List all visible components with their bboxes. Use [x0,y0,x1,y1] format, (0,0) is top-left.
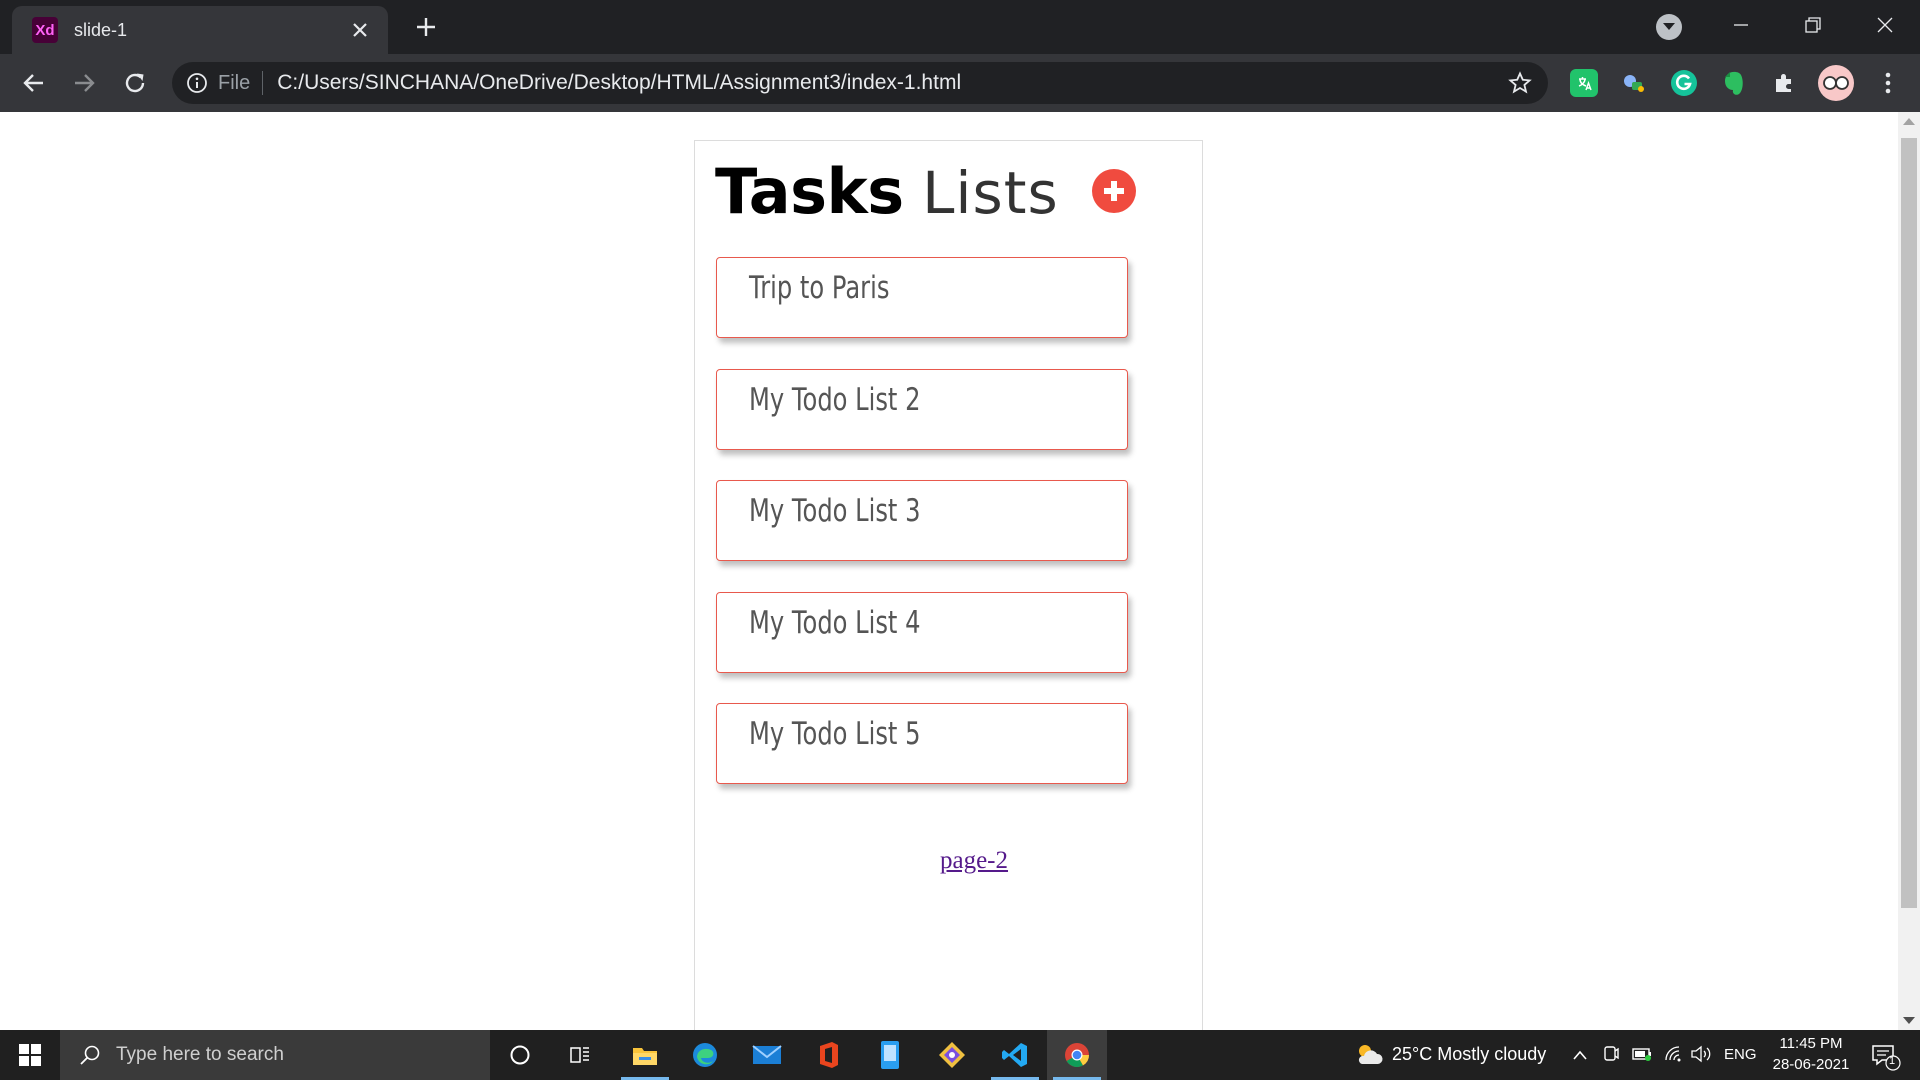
profile-avatar-icon[interactable] [1818,65,1854,101]
list-item-label: My Todo List 2 [749,382,921,418]
close-tab-icon[interactable] [346,16,374,44]
close-window-icon[interactable] [1872,12,1898,38]
list-item[interactable]: My Todo List 2 [716,369,1128,450]
list-item-label: Trip to Paris [749,270,890,306]
vscode-icon[interactable] [985,1030,1045,1080]
extension-translate-icon[interactable] [1570,69,1598,97]
taskbar-search-placeholder: Type here to search [116,1044,284,1065]
browser-tab-strip: Xd slide-1 [0,0,1920,54]
clock-date: 28-06-2021 [1772,1056,1850,1073]
scroll-up-arrow-icon[interactable] [1903,118,1915,125]
plus-icon [1104,181,1124,201]
restore-window-icon[interactable] [1800,12,1826,38]
add-list-button[interactable] [1092,169,1136,213]
info-icon[interactable] [186,72,208,94]
chrome-icon[interactable] [1047,1030,1107,1080]
office-icon[interactable] [798,1030,858,1080]
meet-now-icon[interactable] [1602,1045,1620,1068]
list-item-label: My Todo List 5 [749,716,921,752]
scrollbar-thumb[interactable] [1901,138,1917,908]
address-bar[interactable]: File C:/Users/SINCHANA/OneDrive/Desktop/… [172,62,1548,104]
list-item-label: My Todo List 4 [749,605,921,641]
file-explorer-icon[interactable] [615,1030,675,1080]
tab-search-icon[interactable] [1656,14,1682,40]
extensions-puzzle-icon[interactable] [1770,69,1798,97]
extension-google-meet-icon[interactable] [1620,69,1648,97]
page-title: Tasks Lists [715,151,1059,229]
mail-icon[interactable] [737,1030,797,1080]
forward-arrow-icon[interactable] [68,67,100,99]
back-arrow-icon[interactable] [18,67,50,99]
weather-text[interactable]: 25°C Mostly cloudy [1392,1044,1546,1065]
page-title-strong: Tasks [715,155,904,228]
extension-grammarly-icon[interactable] [1670,69,1698,97]
address-scheme-label: File [218,71,251,94]
scroll-down-arrow-icon[interactable] [1903,1017,1915,1024]
windows-taskbar: Type here to search 25°C Mostly cloudy E… [0,1030,1920,1080]
cortana-icon[interactable] [490,1030,550,1080]
list-item[interactable]: Trip to Paris [716,257,1128,338]
list-item[interactable]: My Todo List 3 [716,480,1128,561]
list-item[interactable]: My Todo List 5 [716,703,1128,784]
list-item-label: My Todo List 3 [749,493,921,529]
notification-count: 1 [1889,1055,1896,1067]
extension-evernote-icon[interactable] [1720,69,1748,97]
new-tab-icon[interactable] [412,13,440,41]
browser-tab[interactable]: Xd slide-1 [12,6,388,54]
bookmark-star-icon[interactable] [1506,69,1534,97]
taskbar-search-box[interactable]: Type here to search [60,1030,490,1080]
input-language[interactable]: ENG [1724,1046,1757,1063]
address-separator [262,71,264,95]
reload-icon[interactable] [119,67,151,99]
list-item[interactable]: My Todo List 4 [716,592,1128,673]
address-url[interactable]: C:/Users/SINCHANA/OneDrive/Desktop/HTML/… [277,71,1506,95]
task-view-icon[interactable] [550,1030,610,1080]
volume-icon[interactable] [1690,1045,1712,1068]
weather-cloud-icon[interactable] [1354,1042,1384,1068]
tasks-lists-card: Tasks Lists Trip to Paris My Todo List 2… [694,140,1203,1030]
adobe-xd-favicon-icon: Xd [32,17,58,43]
windows-start-icon[interactable] [0,1030,60,1080]
edge-browser-icon[interactable] [675,1030,735,1080]
clock-time: 11:45 PM [1779,1035,1843,1052]
notifications-icon[interactable]: 1 [1866,1038,1902,1072]
minimize-window-icon[interactable] [1728,12,1754,38]
wifi-icon[interactable] [1664,1045,1682,1068]
notes-app-icon[interactable] [860,1030,920,1080]
taskbar-clock[interactable]: 11:45 PM 28-06-2021 [1756,1033,1866,1075]
browser-toolbar: File C:/Users/SINCHANA/OneDrive/Desktop/… [0,54,1920,112]
page-viewport: Tasks Lists Trip to Paris My Todo List 2… [0,112,1898,1030]
browser-menu-icon[interactable] [1874,69,1902,97]
tab-title: slide-1 [74,19,128,40]
page-2-link[interactable]: page-2 [914,847,1034,875]
battery-icon[interactable] [1632,1046,1652,1067]
page-scrollbar[interactable] [1898,112,1920,1030]
git-app-icon[interactable] [922,1030,982,1080]
search-icon [76,1041,104,1069]
show-hidden-icons-icon[interactable] [1572,1048,1588,1066]
page-title-light: Lists [922,159,1059,227]
